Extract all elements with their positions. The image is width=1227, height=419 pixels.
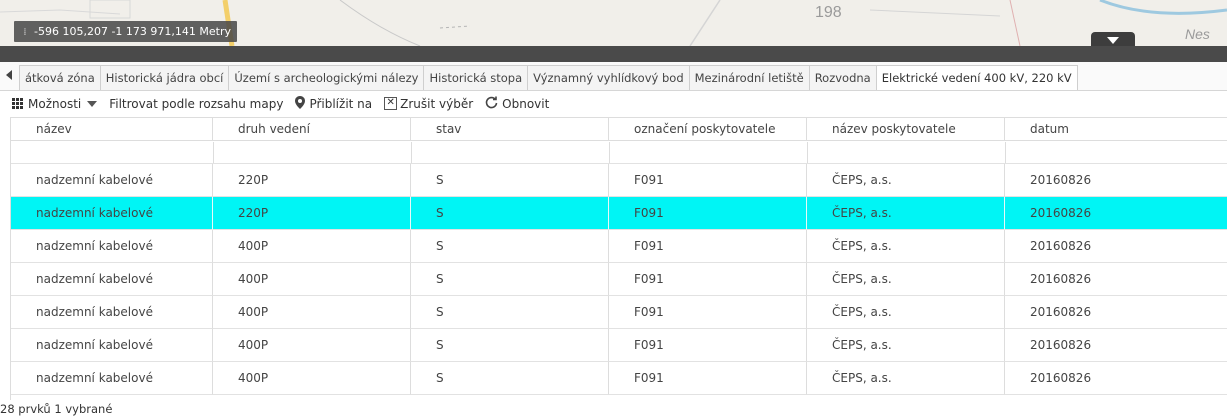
cell-date: 20160826 — [1005, 329, 1227, 362]
tab-layer[interactable]: Mezinárodní letiště — [688, 65, 810, 90]
zoom-label: Přiblížit na — [309, 96, 373, 111]
cell-date: 20160826 — [1005, 263, 1227, 296]
cell-provider-name: ČEPS, a.s. — [807, 296, 1005, 329]
cell-name: nadzemní kabelové — [11, 197, 213, 230]
tab-list: átková zóna Historická jádra obcí Území s … — [19, 65, 1078, 90]
cell-name: nadzemní kabelové — [11, 362, 213, 395]
cell-provider-name: ČEPS, a.s. — [807, 263, 1005, 296]
cell-status: S — [411, 230, 609, 263]
table-divider-bar[interactable] — [0, 46, 1227, 62]
record-count-status: 28 prvků 1 vybrané — [0, 402, 113, 416]
cell-line-type: 400P — [213, 296, 411, 329]
grid-icon — [12, 97, 24, 110]
cell-date: 20160826 — [1005, 230, 1227, 263]
table-row-selected[interactable]: nadzemní kabelové 220P S F091 ČEPS, a.s. 2016… — [11, 197, 1227, 230]
attribute-table: název druh vedení stav označení poskytov… — [10, 117, 1227, 400]
refresh-icon — [485, 96, 498, 112]
column-header-name[interactable]: název — [11, 118, 213, 141]
tab-layer[interactable]: Významný vyhlídkový bod — [527, 65, 690, 90]
cell-date: 20160826 — [1005, 197, 1227, 230]
cell-line-type: 400P — [213, 329, 411, 362]
table-row[interactable]: nadzemní kabelové 400P S F091 ČEPS, a.s. 2016… — [11, 296, 1227, 329]
cell-provider-id: F091 — [609, 296, 807, 329]
table-row[interactable]: nadzemní kabelové 400P S F091 ČEPS, a.s. 2016… — [11, 230, 1227, 263]
clear-selection-icon: ✕ — [384, 97, 398, 110]
column-header-provider-name[interactable]: název poskytovatele — [807, 118, 1005, 141]
coordinate-text: -596 105,207 -1 173 971,141 Metry — [34, 25, 231, 38]
cell-provider-name: ČEPS, a.s. — [807, 197, 1005, 230]
tab-layer[interactable]: Historická jádra obcí — [99, 65, 230, 90]
options-label: Možnosti — [28, 96, 82, 111]
clear-label: Zrušit výběr — [400, 96, 474, 111]
table-row-partial — [11, 142, 1227, 164]
column-header-line-type[interactable]: druh vedení — [213, 118, 411, 141]
column-header-status[interactable]: stav — [411, 118, 609, 141]
cell-provider-name: ČEPS, a.s. — [807, 329, 1005, 362]
map-label-place: Nes — [1185, 26, 1210, 42]
crosshair-icon[interactable]: ⁞ — [18, 22, 32, 43]
layer-tabs: átková zóna Historická jádra obcí Území s … — [0, 62, 1227, 91]
table-row[interactable]: nadzemní kabelové 220P S F091 ČEPS, a.s. 2016… — [11, 164, 1227, 197]
cell-date: 20160826 — [1005, 296, 1227, 329]
cell-provider-id: F091 — [609, 197, 807, 230]
cell-name: nadzemní kabelové — [11, 296, 213, 329]
clear-selection-button[interactable]: ✕ Zrušit výběr — [384, 97, 473, 111]
table-header-row: název druh vedení stav označení poskytov… — [11, 118, 1227, 141]
options-menu-button[interactable]: Možnosti — [12, 96, 98, 111]
tab-layer[interactable]: Rozvodna — [808, 65, 877, 90]
cell-provider-name: ČEPS, a.s. — [807, 230, 1005, 263]
cell-line-type: 400P — [213, 230, 411, 263]
refresh-label: Obnovit — [502, 96, 550, 111]
cell-provider-id: F091 — [609, 329, 807, 362]
filter-by-extent-button[interactable]: Filtrovat podle rozsahu mapy — [109, 97, 283, 111]
cell-provider-id: F091 — [609, 230, 807, 263]
cell-name: nadzemní kabelové — [11, 164, 213, 197]
table-row[interactable]: nadzemní kabelové 400P S F091 ČEPS, a.s. 2016… — [11, 263, 1227, 296]
cell-name: nadzemní kabelové — [11, 329, 213, 362]
tab-layer[interactable]: átková zóna — [19, 65, 101, 90]
coordinate-readout: ⁞ -596 105,207 -1 173 971,141 Metry — [14, 21, 237, 42]
zoom-to-button[interactable]: Přiblížit na — [295, 95, 373, 112]
map-pin-icon — [295, 95, 306, 112]
cell-line-type: 400P — [213, 362, 411, 395]
cell-status: S — [411, 164, 609, 197]
cell-provider-name: ČEPS, a.s. — [807, 362, 1005, 395]
cell-status: S — [411, 329, 609, 362]
tab-scroll-left-icon[interactable] — [6, 70, 12, 80]
cell-status: S — [411, 296, 609, 329]
map-view[interactable]: 198 Nes ⁞ -596 105,207 -1 173 971,141 Met… — [0, 0, 1227, 46]
table-row[interactable]: nadzemní kabelové 400P S F091 ČEPS, a.s. 2016… — [11, 329, 1227, 362]
refresh-button[interactable]: Obnovit — [485, 96, 549, 112]
column-header-provider-id[interactable]: označení poskytovatele — [609, 118, 807, 141]
table-row[interactable]: nadzemní kabelové 400P S F091 ČEPS, a.s. 2016… — [11, 362, 1227, 395]
tab-layer[interactable]: Území s archeologickými nálezy — [228, 65, 425, 90]
cell-provider-id: F091 — [609, 263, 807, 296]
tab-layer[interactable]: Elektrické vedení 400 kV, 220 kV — [875, 65, 1078, 90]
table-toolbar: Možnosti Filtrovat podle rozsahu mapy Př… — [0, 91, 1227, 116]
cell-status: S — [411, 263, 609, 296]
cell-line-type: 400P — [213, 263, 411, 296]
cell-provider-name: ČEPS, a.s. — [807, 164, 1005, 197]
column-header-date[interactable]: datum — [1005, 118, 1227, 141]
cell-date: 20160826 — [1005, 164, 1227, 197]
cell-provider-id: F091 — [609, 164, 807, 197]
cell-line-type: 220P — [213, 197, 411, 230]
cell-provider-id: F091 — [609, 362, 807, 395]
map-label-number: 198 — [815, 4, 842, 21]
cell-status: S — [411, 362, 609, 395]
cell-line-type: 220P — [213, 164, 411, 197]
cell-name: nadzemní kabelové — [11, 230, 213, 263]
tab-layer[interactable]: Historická stopa — [423, 65, 529, 90]
filter-label: Filtrovat podle rozsahu mapy — [109, 96, 284, 111]
cell-date: 20160826 — [1005, 362, 1227, 395]
cell-status: S — [411, 197, 609, 230]
chevron-down-icon — [87, 100, 98, 107]
cell-name: nadzemní kabelové — [11, 263, 213, 296]
